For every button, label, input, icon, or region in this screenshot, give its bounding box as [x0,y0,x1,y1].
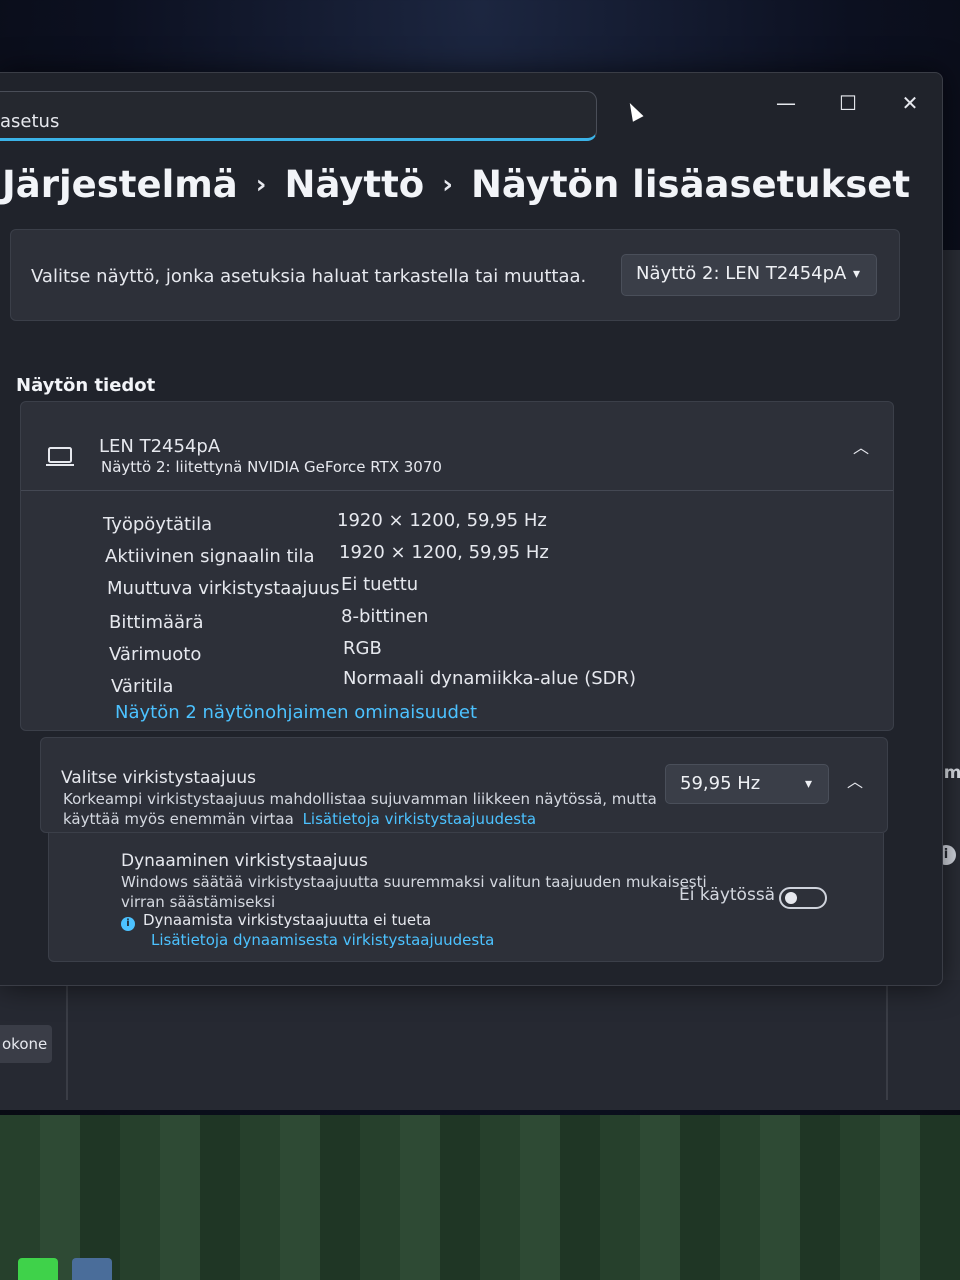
section-title: Näytön tiedot [16,375,156,396]
info-label: Työpöytätila [103,514,213,535]
refresh-rate-info-link[interactable]: Lisätietoja virkistystaajuudesta [303,810,537,828]
dynamic-refresh-info-link[interactable]: Lisätietoja dynaamisesta virkistystaajuu… [151,931,494,949]
dynamic-refresh-note: Dynaamista virkistystaajuutta ei tueta [143,911,432,929]
close-button[interactable]: ✕ [890,85,930,121]
refresh-rate-description: Korkeampi virkistystaajuus mahdollistaa … [63,790,657,808]
minimize-button[interactable]: — [766,85,806,121]
info-label: Värimuoto [109,644,202,665]
breadcrumb-item-system[interactable]: Järjestelmä [2,163,238,206]
display-select-label: Valitse näyttö, jonka asetuksia haluat t… [31,266,587,287]
search-input[interactable] [0,91,597,141]
info-value: 1920 × 1200, 59,95 Hz [339,542,549,563]
pane-divider [66,980,68,1100]
toggle-knob [785,892,797,904]
dynamic-refresh-state: Ei käytössä [679,885,776,905]
breadcrumb-item-display[interactable]: Näyttö [285,163,425,206]
display-info-header[interactable]: LEN T2454pA Näyttö 2: liitettynä NVIDIA … [21,402,893,491]
chevron-down-icon: ▾ [804,776,812,792]
dynamic-refresh-card: Dynaaminen virkistystaajuus Windows säät… [48,833,884,962]
background-button[interactable]: okone [0,1025,52,1063]
search-input-value: asetus [0,111,60,132]
info-value: RGB [343,638,382,659]
display-dropdown[interactable]: Näyttö 2: LEN T2454pA ▾ [621,254,877,296]
refresh-rate-title: Valitse virkistystaajuus [61,768,256,788]
dynamic-refresh-toggle[interactable] [779,887,827,909]
desktop-wallpaper [0,1115,960,1280]
info-value: Normaali dynamiikka-alue (SDR) [343,668,637,689]
refresh-rate-dropdown[interactable]: 59,95 Hz ▾ [665,764,829,804]
dynamic-refresh-title: Dynaaminen virkistystaajuus [121,851,368,871]
info-value: Ei tuettu [341,574,419,595]
settings-window: asetus — ☐ ✕ Järjestelmä › Näyttö › Näytön l… [0,72,943,986]
refresh-rate-card: Valitse virkistystaajuus Korkeampi virki… [40,737,888,833]
refresh-rate-description: käyttää myös enemmän virtaa [63,810,294,828]
maximize-button[interactable]: ☐ [828,85,868,121]
info-label: Aktiivinen signaalin tila [105,546,315,567]
info-icon: i [121,917,135,931]
taskbar-app-icon[interactable] [18,1258,58,1280]
info-value: 1920 × 1200, 59,95 Hz [337,510,547,531]
info-label: Väritila [111,676,174,697]
chevron-down-icon: ▾ [852,266,860,282]
dynamic-refresh-description: Windows säätää virkistystaajuutta suurem… [121,873,707,891]
chevron-up-icon[interactable]: ︿ [847,768,863,792]
chevron-up-icon[interactable]: ︿ [853,434,869,458]
display-subtitle: Näyttö 2: liitettynä NVIDIA GeForce RTX … [101,458,442,476]
page-title: Näytön lisäasetukset [470,163,911,206]
info-value: 8-bittinen [341,606,429,627]
display-select-card: Valitse näyttö, jonka asetuksia haluat t… [10,229,900,321]
pane-divider [886,980,888,1100]
breadcrumb: Järjestelmä › Näyttö › Näytön lisäasetukset [2,163,910,206]
adapter-properties-link[interactable]: Näytön 2 näytönohjaimen ominaisuudet [115,702,477,723]
background-pane [0,980,960,1110]
display-info-card: LEN T2454pA Näyttö 2: liitettynä NVIDIA … [20,401,894,731]
info-label: Bittimäärä [109,612,204,633]
info-label: Muuttuva virkistystaajuus [107,578,340,599]
chevron-right-icon: › [255,170,267,200]
display-name: LEN T2454pA [99,436,221,457]
chevron-right-icon: › [442,170,453,200]
taskbar-settings-icon[interactable] [72,1258,112,1280]
display-dropdown-value: Näyttö 2: LEN T2454pA [636,263,847,284]
refresh-rate-value: 59,95 Hz [680,773,761,794]
laptop-icon [46,447,74,466]
dynamic-refresh-description: virran säästämiseksi [121,893,276,911]
